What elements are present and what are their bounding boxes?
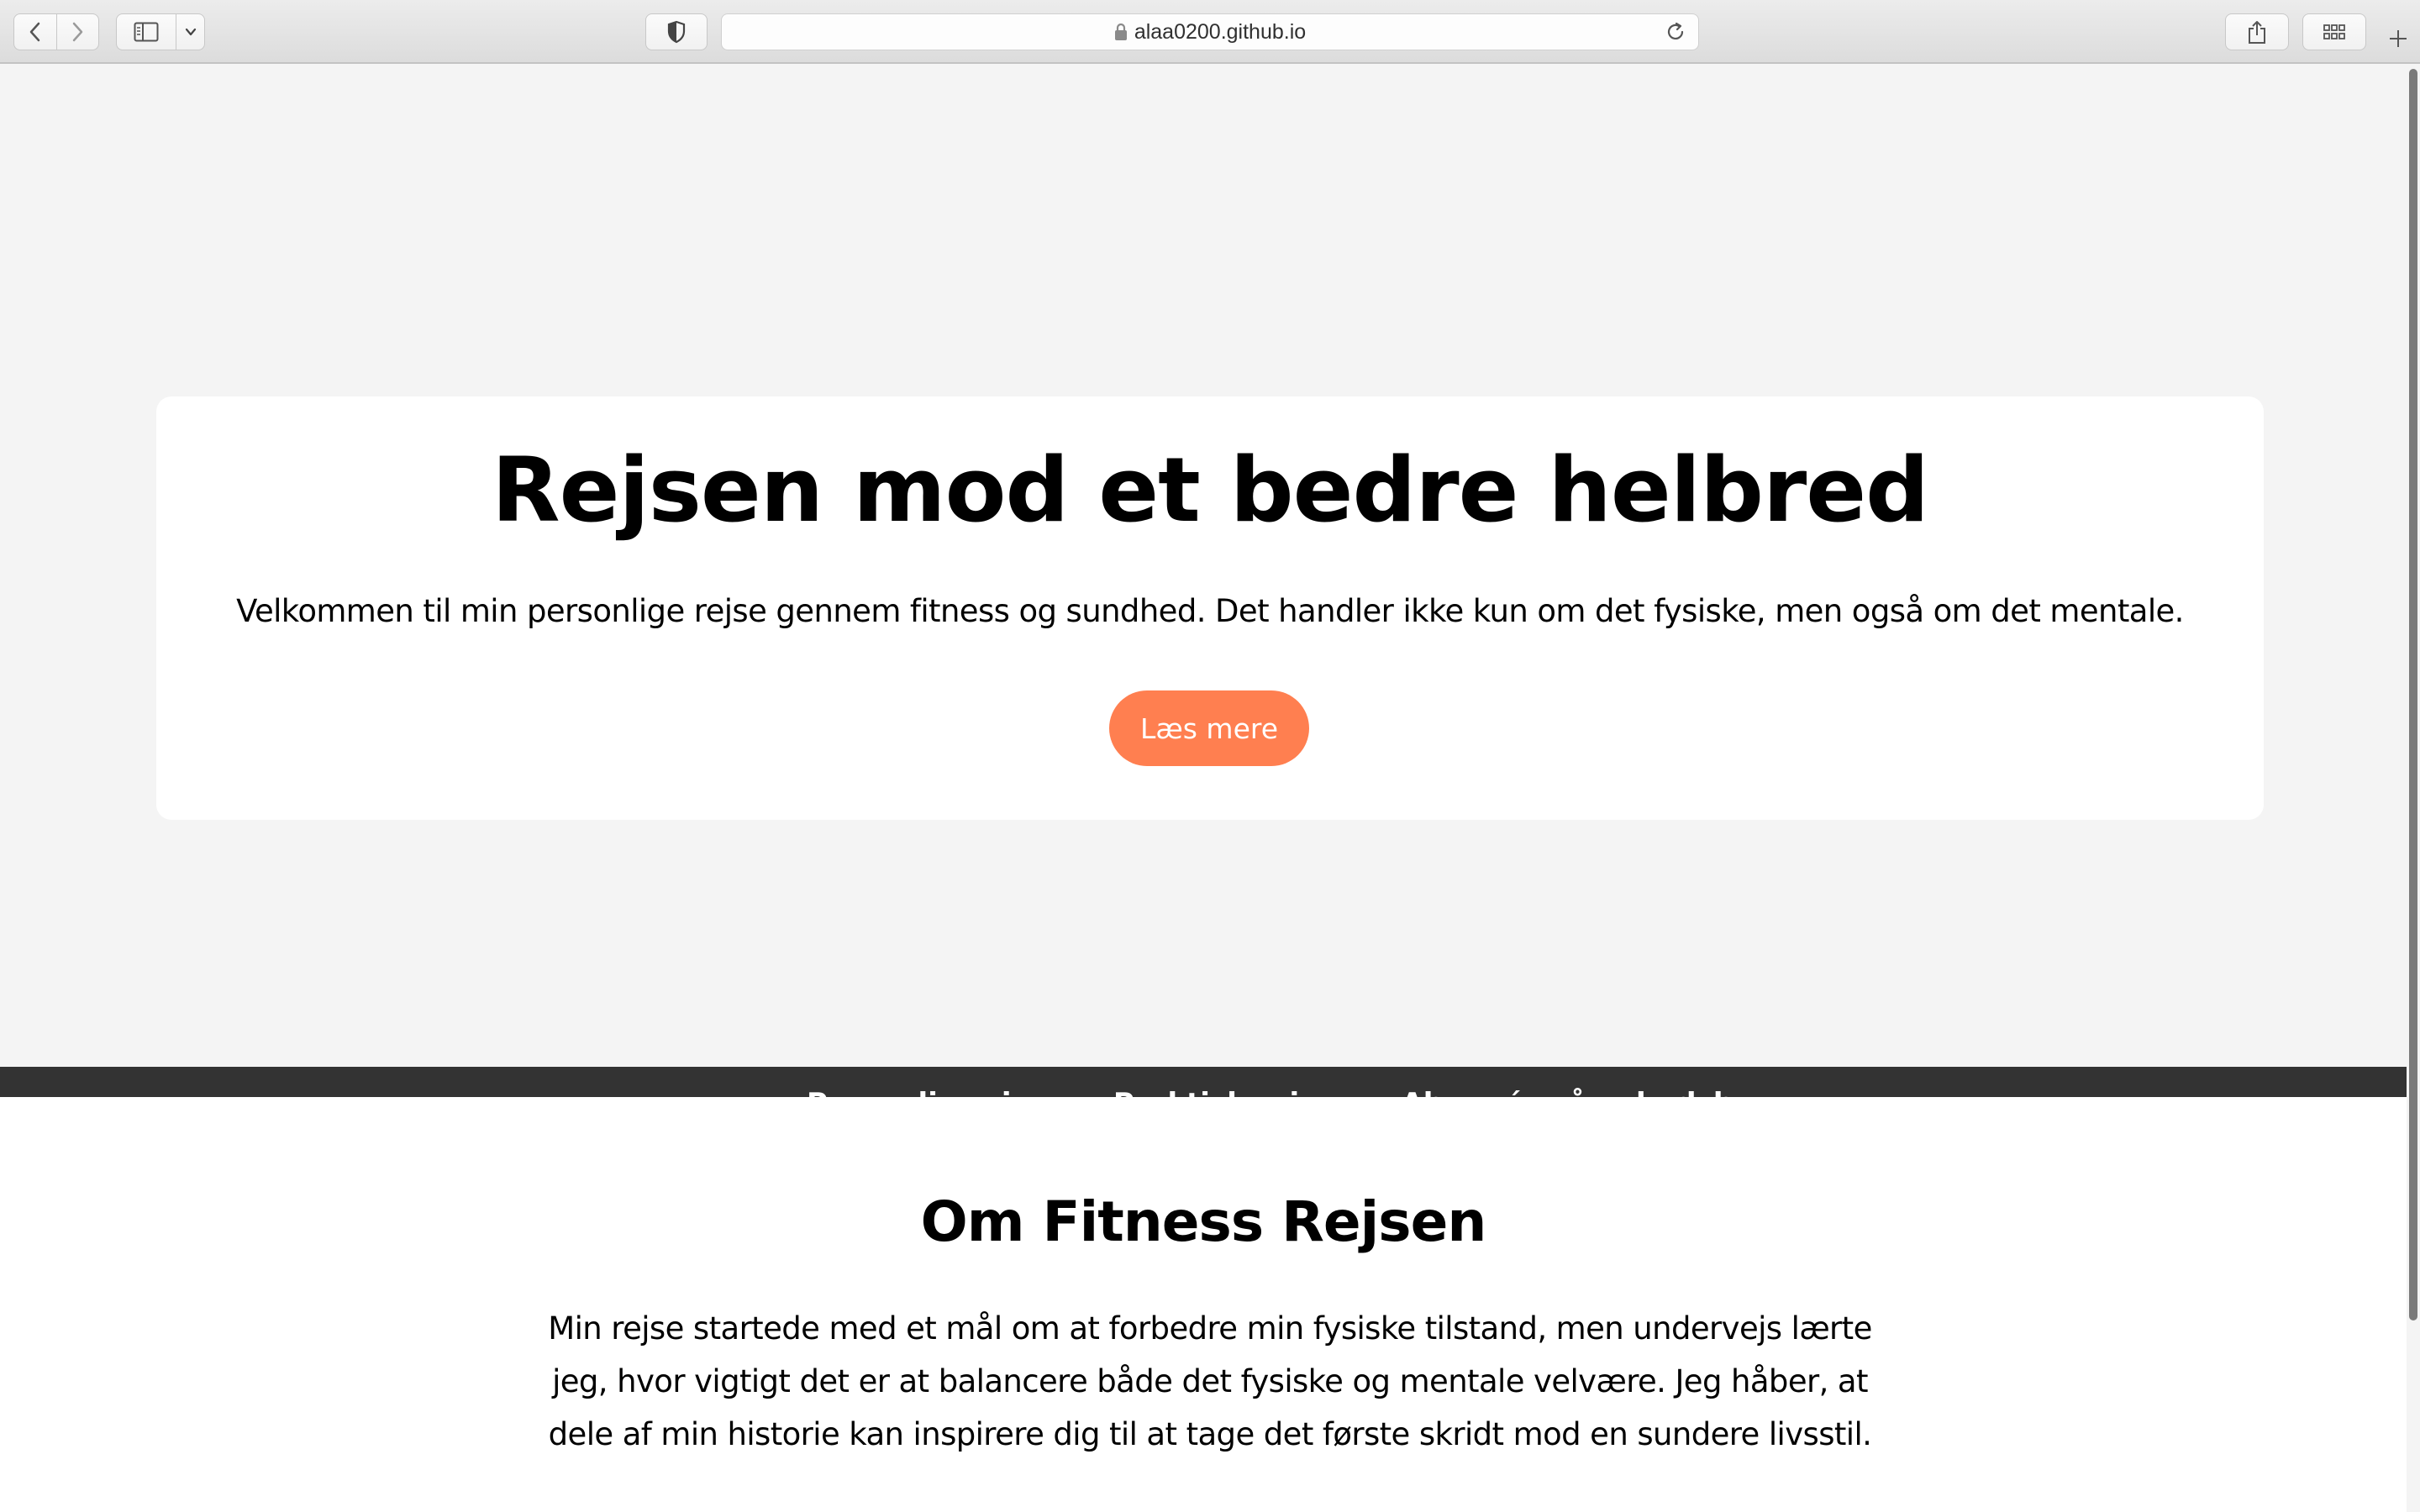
sidebar-button[interactable]	[117, 14, 176, 50]
address-bar[interactable]: alaa0200.github.io	[721, 13, 1699, 50]
privacy-report-button[interactable]	[645, 13, 708, 50]
sidebar-icon	[134, 22, 159, 42]
scrollbar[interactable]	[2407, 66, 2420, 1512]
lock-icon	[1114, 23, 1127, 40]
back-button[interactable]	[14, 14, 56, 50]
new-tab-button[interactable]	[2380, 20, 2417, 57]
hero-title: Rejsen mod et bedre helbred	[491, 438, 1929, 542]
page-viewport: Rejsen mod et bedre helbred Velkommen ti…	[0, 66, 2407, 1512]
browser-toolbar: alaa0200.github.io	[0, 0, 2420, 64]
nav-link-newsletter[interactable]: Abonnér på nyhedsbrev	[1401, 1087, 1786, 1097]
shield-icon	[667, 20, 686, 44]
share-button[interactable]	[2225, 13, 2289, 50]
scrollbar-thumb[interactable]	[2409, 69, 2417, 1320]
site-nav: Personlig rejse Praktisk rejse Abonnér p…	[0, 1067, 2407, 1097]
nav-link-practical[interactable]: Praktisk rejse	[1113, 1087, 1336, 1097]
url-text: alaa0200.github.io	[1134, 19, 1307, 44]
reload-icon	[1667, 22, 1684, 39]
about-title: Om Fitness Rejsen	[920, 1189, 1487, 1254]
tab-overview-button[interactable]	[2302, 13, 2366, 50]
reload-button[interactable]	[1665, 21, 1686, 46]
hero-card: Rejsen mod et bedre helbred Velkommen ti…	[156, 396, 2264, 820]
sidebar-group	[116, 13, 205, 50]
nav-link-personal[interactable]: Personlig rejse	[807, 1087, 1048, 1097]
tab-overview-icon	[2323, 24, 2345, 39]
share-icon	[2249, 21, 2265, 44]
sidebar-menu-button[interactable]	[176, 14, 204, 50]
hero-section: Rejsen mod et bedre helbred Velkommen ti…	[0, 66, 2407, 1067]
chevron-left-icon	[29, 22, 39, 42]
chevron-down-icon	[185, 28, 196, 36]
chevron-right-icon	[73, 22, 83, 42]
about-text: Min rejse startede med et mål om at forb…	[548, 1310, 1872, 1452]
history-nav	[13, 13, 99, 50]
about-section: Om Fitness Rejsen Min rejse startede med…	[0, 1097, 2407, 1512]
nav-links: Personlig rejse Praktisk rejse Abonnér p…	[807, 1087, 1786, 1097]
plus-icon	[2390, 30, 2407, 47]
forward-button[interactable]	[55, 14, 99, 50]
hero-subtitle: Velkommen til min personlige rejse genne…	[236, 593, 2184, 629]
read-more-button[interactable]: Læs mere	[1109, 690, 1309, 766]
